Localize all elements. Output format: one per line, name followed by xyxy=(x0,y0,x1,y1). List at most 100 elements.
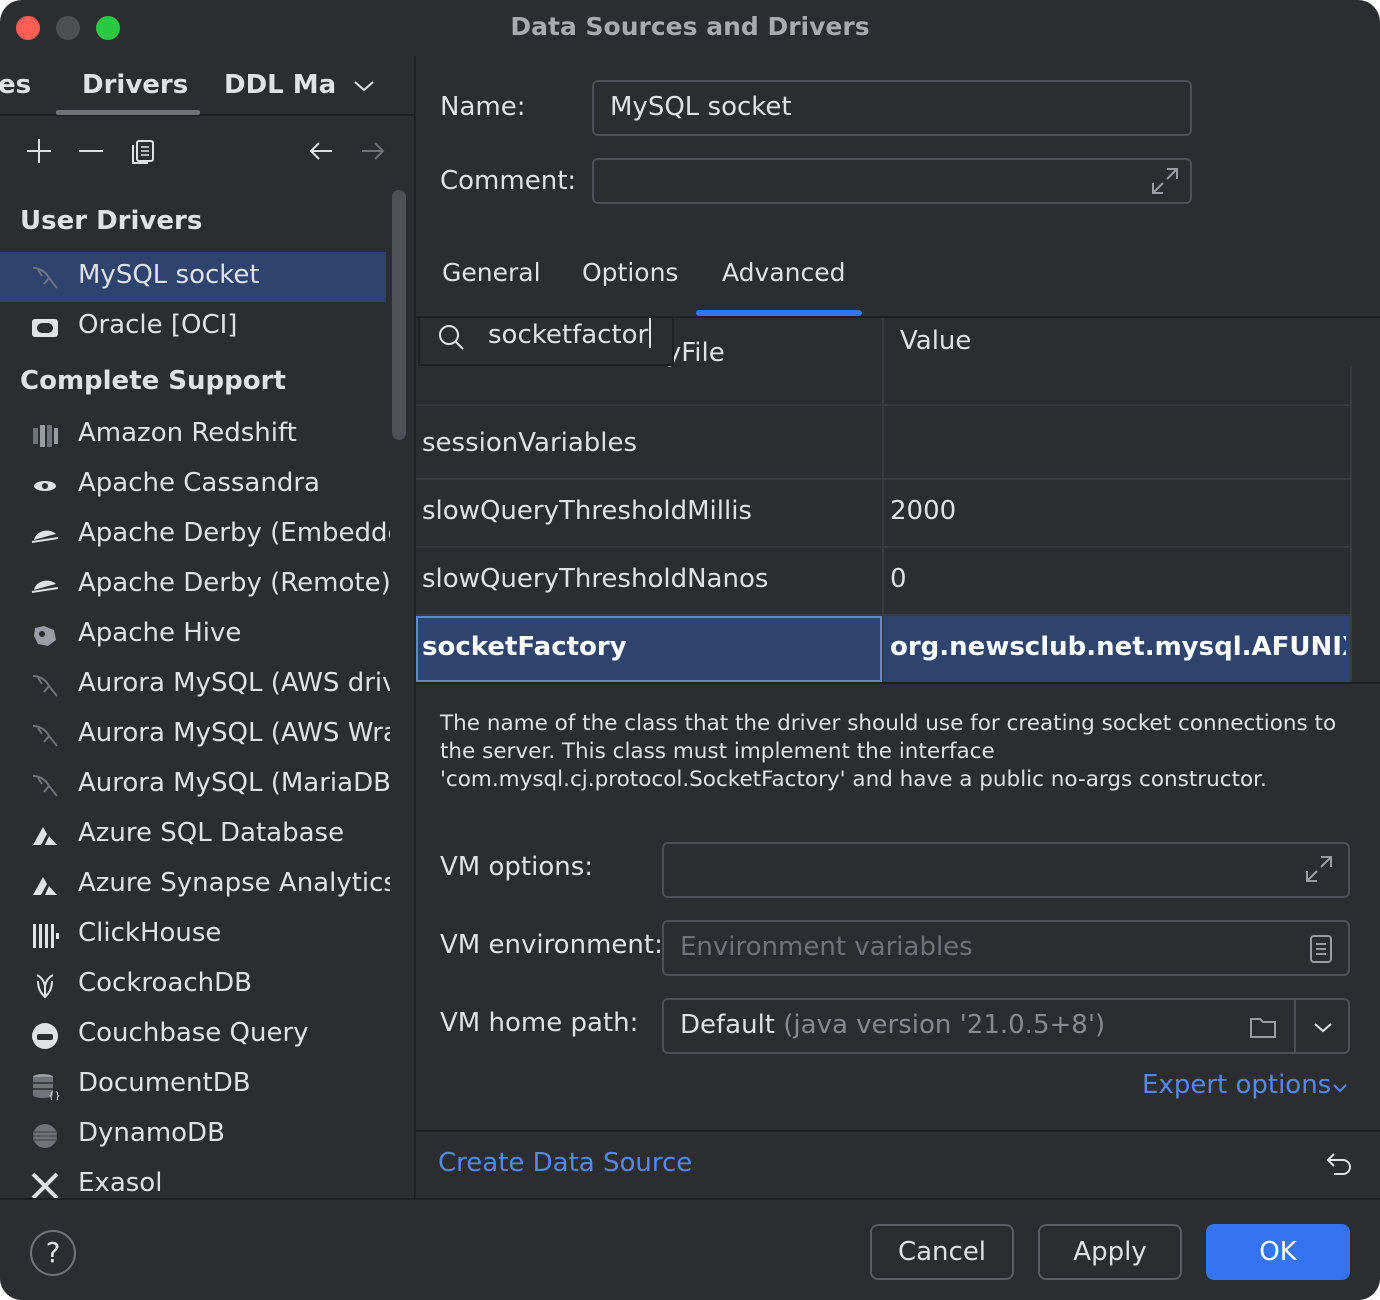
name-field[interactable]: MySQL socket xyxy=(592,80,1192,136)
cancel-button[interactable]: Cancel xyxy=(870,1224,1014,1280)
list-item-label: Exasol xyxy=(78,1168,163,1198)
azure-icon xyxy=(33,827,57,845)
list-item-label: Oracle [OCI] xyxy=(78,310,238,340)
drivers-list-scrollbar[interactable] xyxy=(392,190,406,440)
create-data-source-link[interactable]: Create Data Source xyxy=(438,1148,692,1178)
list-item-clickhouse[interactable]: ClickHouse xyxy=(0,910,386,960)
expand-icon[interactable] xyxy=(1150,166,1180,196)
expert-options-link[interactable]: Expert options xyxy=(1142,1070,1331,1100)
list-item-label: Apache Cassandra xyxy=(78,468,320,498)
chevron-down-icon[interactable] xyxy=(352,74,376,98)
dynamodb-icon xyxy=(33,1124,57,1148)
document-icon[interactable] xyxy=(1306,934,1336,964)
list-item-couchbase-query[interactable]: Couchbase Query xyxy=(0,1010,386,1060)
text-caret xyxy=(649,318,652,348)
tab-general[interactable]: General xyxy=(442,258,541,287)
list-item-label: Aurora MySQL (MariaDB xyxy=(78,768,390,798)
property-value[interactable]: 0 xyxy=(890,564,1346,594)
tab-advanced[interactable]: Advanced xyxy=(722,258,846,287)
vm-environment-label: VM environment: xyxy=(440,930,663,960)
couchbase-icon xyxy=(32,1023,58,1049)
list-item-mysql-socket[interactable]: MySQL socket xyxy=(0,252,386,302)
list-item-azure-synapse-analytics[interactable]: Azure Synapse Analytics xyxy=(0,860,390,910)
list-item-aurora-mysql-mariadb[interactable]: Aurora MySQL (MariaDB xyxy=(0,760,390,810)
list-item-aurora-mysql-aws-wrapper[interactable]: Aurora MySQL (AWS Wra xyxy=(0,710,390,760)
list-item-cockroachdb[interactable]: CockroachDB xyxy=(0,960,386,1010)
vm-environment-placeholder: Environment variables xyxy=(680,932,973,962)
table-row[interactable]: sessionVariables xyxy=(416,412,1352,480)
table-right-border xyxy=(1350,366,1352,684)
list-item-apache-cassandra[interactable]: Apache Cassandra xyxy=(0,460,386,510)
vm-home-path-combobox[interactable]: Default (java version '21.0.5+8') xyxy=(662,998,1350,1054)
tab-options[interactable]: Options xyxy=(582,258,678,287)
list-item-label: Aurora MySQL (AWS Wra xyxy=(78,718,390,748)
speed-search-popup[interactable]: socketfactor xyxy=(418,318,674,366)
search-input-value: socketfactor xyxy=(488,320,649,350)
cassandra-icon xyxy=(34,481,56,491)
derby-icon xyxy=(31,580,59,593)
table-row[interactable]: slowQueryThresholdMillis 2000 xyxy=(416,480,1352,548)
expand-icon[interactable] xyxy=(1304,854,1334,884)
table-bottom-border xyxy=(416,682,1380,684)
vm-options-label: VM options: xyxy=(440,852,594,882)
comment-field[interactable] xyxy=(592,158,1192,204)
list-item-label: CockroachDB xyxy=(78,968,253,998)
chevron-down-icon[interactable] xyxy=(1330,1078,1350,1098)
vm-home-version-hint: (java version '21.0.5+8') xyxy=(783,1010,1106,1040)
column-separator[interactable] xyxy=(882,318,884,684)
chevron-down-icon[interactable] xyxy=(1308,1012,1338,1042)
tab-data-sources[interactable]: es xyxy=(0,70,31,100)
help-button[interactable]: ? xyxy=(30,1230,76,1276)
vm-options-field[interactable] xyxy=(662,842,1350,898)
vm-home-default: Default xyxy=(680,1010,775,1040)
list-item-azure-sql-database[interactable]: Azure SQL Database xyxy=(0,810,386,860)
list-item-documentdb[interactable]: {} DocumentDB xyxy=(0,1060,386,1110)
list-item-label: Azure Synapse Analytics xyxy=(78,868,390,898)
property-value[interactable]: 2000 xyxy=(890,496,1346,526)
list-item-exasol[interactable]: Exasol xyxy=(0,1160,386,1198)
undo-icon[interactable] xyxy=(1324,1150,1354,1180)
apply-button[interactable]: Apply xyxy=(1038,1224,1182,1280)
list-item-label: ClickHouse xyxy=(78,918,222,948)
ok-button[interactable]: OK xyxy=(1206,1224,1350,1280)
duplicate-icon[interactable] xyxy=(128,136,158,166)
left-panel: es Drivers DDL Map User Drivers MySQL so… xyxy=(0,56,414,1198)
remove-icon[interactable] xyxy=(76,136,106,166)
name-label: Name: xyxy=(440,92,526,122)
tab-drivers[interactable]: Drivers xyxy=(82,70,188,100)
list-item-amazon-redshift[interactable]: Amazon Redshift xyxy=(0,410,386,460)
add-icon[interactable] xyxy=(24,136,54,166)
title-bar: Data Sources and Drivers xyxy=(0,0,1380,56)
folder-icon[interactable] xyxy=(1248,1012,1278,1042)
tab-drivers-indicator xyxy=(56,110,200,115)
comment-label: Comment: xyxy=(440,166,577,196)
list-item-oracle-oci[interactable]: Oracle [OCI] xyxy=(0,302,386,352)
tab-ddl-mappings[interactable]: DDL Map xyxy=(224,70,336,100)
hive-icon xyxy=(34,626,56,646)
dolphin-icon xyxy=(32,725,58,747)
dialog-footer: ? Cancel Apply OK xyxy=(0,1198,1380,1300)
forward-icon[interactable] xyxy=(358,136,388,166)
list-item-label: Apache Derby (Embedde xyxy=(78,518,390,548)
property-name: slowQueryThresholdNanos xyxy=(422,564,769,594)
window-title: Data Sources and Drivers xyxy=(510,12,870,41)
list-item-apache-hive[interactable]: Apache Hive xyxy=(0,610,386,660)
list-item-label: DocumentDB xyxy=(78,1068,251,1098)
search-input[interactable]: socketfactor xyxy=(488,318,652,350)
list-item-label: Azure SQL Database xyxy=(78,818,345,848)
section-separator xyxy=(416,1130,1380,1132)
list-item-dynamodb[interactable]: DynamoDB xyxy=(0,1110,386,1160)
property-value[interactable]: org.newsclub.net.mysql.AFUNIXD... xyxy=(890,632,1346,662)
group-complete-support: Complete Support xyxy=(20,366,286,396)
left-tabs: es Drivers DDL Map xyxy=(0,56,414,116)
list-item-apache-derby-remote[interactable]: Apache Derby (Remote) xyxy=(0,560,390,610)
table-row[interactable]: slowQueryThresholdNanos 0 xyxy=(416,548,1352,616)
drivers-list: User Drivers MySQL socket Oracle [OCI] C… xyxy=(0,192,390,1198)
list-item-aurora-mysql-aws-driver[interactable]: Aurora MySQL (AWS driv xyxy=(0,660,390,710)
combobox-separator xyxy=(1294,1000,1296,1052)
vm-environment-field[interactable]: Environment variables xyxy=(662,920,1350,976)
back-icon[interactable] xyxy=(306,136,336,166)
vm-home-path-value: Default (java version '21.0.5+8') xyxy=(680,1010,1105,1040)
list-item-label: Amazon Redshift xyxy=(78,418,297,448)
list-item-apache-derby-embedded[interactable]: Apache Derby (Embedde xyxy=(0,510,390,560)
